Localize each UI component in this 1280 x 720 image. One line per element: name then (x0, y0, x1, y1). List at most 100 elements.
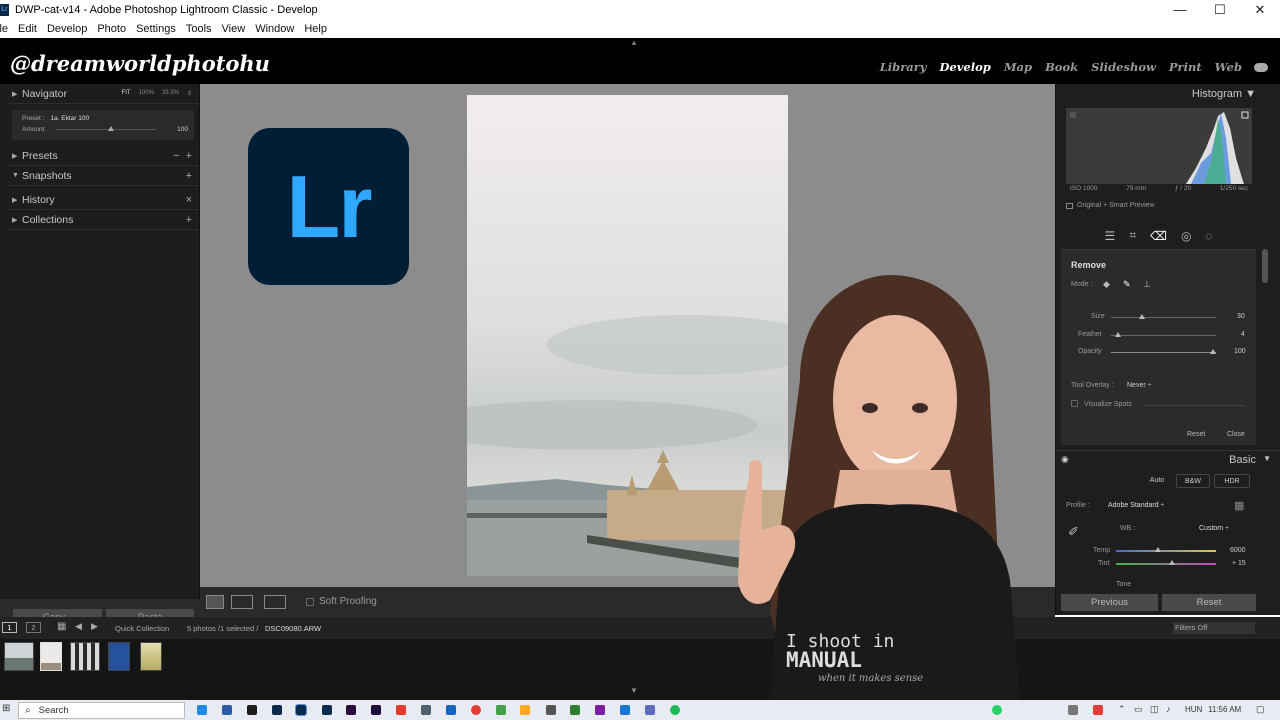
menu-view[interactable]: View (222, 23, 246, 35)
remove-eraser-icon[interactable]: ⌫ (1150, 229, 1167, 243)
app-icon[interactable] (396, 705, 406, 715)
temp-value[interactable]: 6000 (1230, 547, 1246, 554)
menu-file[interactable]: ile (0, 23, 8, 35)
menu-window[interactable]: Window (255, 23, 294, 35)
photoshop-icon[interactable] (272, 705, 282, 715)
hdr-button[interactable]: HDR (1214, 474, 1250, 488)
menu-settings[interactable]: Settings (136, 23, 176, 35)
collapse-bottom-arrow-icon[interactable]: ▼ (630, 686, 638, 695)
zoom-33[interactable]: 33.3% (162, 90, 179, 97)
crop-icon[interactable]: ⌗ (1129, 228, 1136, 243)
histogram[interactable] (1066, 108, 1252, 184)
close-button[interactable]: ✕ (1240, 2, 1280, 18)
tint-slider-knob[interactable] (1169, 560, 1175, 565)
module-print[interactable]: Print (1169, 60, 1202, 74)
filters-select[interactable]: Filters Off (1173, 622, 1255, 634)
amount-slider[interactable] (56, 129, 156, 130)
menu-photo[interactable]: Photo (97, 23, 126, 35)
temp-slider-knob[interactable] (1155, 547, 1161, 552)
basic-header[interactable]: ◉ Basic ▼ (1056, 450, 1280, 470)
cloud-sync-icon[interactable] (1254, 62, 1268, 72)
history-header[interactable]: ▶ History × (8, 190, 198, 210)
temp-slider[interactable] (1116, 550, 1216, 552)
remove-close-button[interactable]: Close (1227, 431, 1245, 438)
tint-value[interactable]: + 15 (1232, 560, 1246, 567)
zoom-100[interactable]: 100% (139, 90, 154, 97)
module-book[interactable]: Book (1045, 60, 1078, 74)
heal-icon[interactable]: ✎ (1123, 279, 1131, 290)
clone-stamp-icon[interactable]: ⊥ (1143, 279, 1151, 290)
secondary-display-button[interactable]: 2 (26, 622, 41, 633)
app-tray-icon[interactable] (1093, 705, 1103, 715)
add-snapshot-icon[interactable]: + (186, 170, 192, 182)
loupe-view-icon[interactable] (206, 595, 224, 609)
red-eye-icon[interactable]: ◎ (1181, 229, 1191, 243)
app-icon[interactable] (446, 705, 456, 715)
app-icon[interactable] (570, 705, 580, 715)
grid-view-icon[interactable]: ▦ (57, 621, 66, 632)
collapse-top-arrow-icon[interactable]: ▲ (630, 38, 638, 47)
thumbnail[interactable] (70, 642, 100, 671)
remove-preset-icon[interactable]: − (173, 150, 179, 162)
before-after-icon[interactable] (231, 595, 253, 609)
app-icon[interactable] (222, 705, 232, 715)
wb-select[interactable]: Custom ÷ (1199, 525, 1229, 532)
language-indicator[interactable]: HUN (1185, 705, 1202, 714)
bw-button[interactable]: B&W (1176, 474, 1210, 488)
clock[interactable]: 11:56 AM (1208, 705, 1241, 714)
file-explorer-icon[interactable] (520, 705, 530, 715)
filmstrip-filename[interactable]: DSC09080.ARW (265, 624, 321, 633)
amount-slider-knob[interactable] (108, 126, 114, 131)
masking-icon[interactable]: ◌ (1205, 229, 1212, 243)
module-slideshow[interactable]: Slideshow (1091, 60, 1156, 74)
app-icon[interactable] (620, 705, 630, 715)
zoom-menu-icon[interactable]: ⇕ (187, 90, 192, 97)
tint-slider[interactable] (1116, 563, 1216, 565)
auto-button[interactable]: Auto (1142, 474, 1172, 488)
network-icon[interactable]: ◫ (1150, 704, 1159, 715)
module-map[interactable]: Map (1004, 60, 1032, 74)
feather-slider[interactable] (1111, 335, 1216, 336)
lightroom-icon[interactable] (322, 705, 332, 715)
visualize-spots-checkbox[interactable] (1071, 400, 1078, 407)
menu-help[interactable]: Help (304, 23, 327, 35)
size-slider-knob[interactable] (1139, 314, 1145, 319)
tray-icon[interactable]: ▭ (1134, 704, 1143, 715)
content-aware-remove-icon[interactable]: ◆ (1103, 279, 1110, 290)
add-preset-icon[interactable]: + (186, 150, 192, 162)
settings-gear-icon[interactable] (1068, 705, 1078, 715)
visualize-slider[interactable] (1145, 405, 1245, 406)
profile-select[interactable]: Adobe Standard ÷ (1108, 502, 1164, 509)
module-library[interactable]: Library (880, 60, 927, 74)
thumbnail[interactable] (108, 642, 130, 671)
remove-reset-button[interactable]: Reset (1187, 431, 1205, 438)
volume-icon[interactable]: ♪ (1166, 704, 1171, 714)
presets-header[interactable]: ▶ Presets − + (8, 146, 198, 166)
premiere-icon[interactable] (371, 705, 381, 715)
app-icon[interactable] (546, 705, 556, 715)
add-collection-icon[interactable]: + (186, 214, 192, 226)
profile-browser-icon[interactable]: ▦ (1234, 499, 1244, 512)
tray-chevron-icon[interactable]: ⌃ (1118, 704, 1126, 715)
module-develop[interactable]: Develop (939, 60, 990, 74)
opacity-slider-knob[interactable] (1210, 349, 1216, 354)
notification-icon[interactable]: ▢ (1256, 704, 1265, 715)
right-panel-scrollbar[interactable] (1262, 249, 1268, 283)
back-arrow-icon[interactable]: ◀ (75, 621, 82, 632)
lightroom-classic-icon[interactable] (295, 704, 307, 716)
compare-icon[interactable] (264, 595, 286, 609)
edge-icon[interactable] (197, 705, 207, 715)
spotify-icon[interactable] (670, 705, 680, 715)
app-icon[interactable] (595, 705, 605, 715)
histogram-header[interactable]: Histogram ▼ (1056, 84, 1266, 104)
filmstrip-source[interactable]: Quick Collection (115, 624, 169, 633)
previous-button[interactable]: Previous (1061, 594, 1158, 611)
navigator-header[interactable]: ▶ Navigator FIT 100% 33.3% ⇕ (8, 84, 198, 104)
forward-arrow-icon[interactable]: ▶ (91, 621, 98, 632)
app-icon[interactable] (247, 705, 257, 715)
snapshots-header[interactable]: ▼ Snapshots + (8, 166, 198, 186)
windows-start-icon[interactable]: ⊞ (2, 703, 10, 714)
minimize-button[interactable]: — (1160, 2, 1200, 18)
primary-display-button[interactable]: 1 (2, 622, 17, 633)
menu-develop[interactable]: Develop (47, 23, 87, 35)
